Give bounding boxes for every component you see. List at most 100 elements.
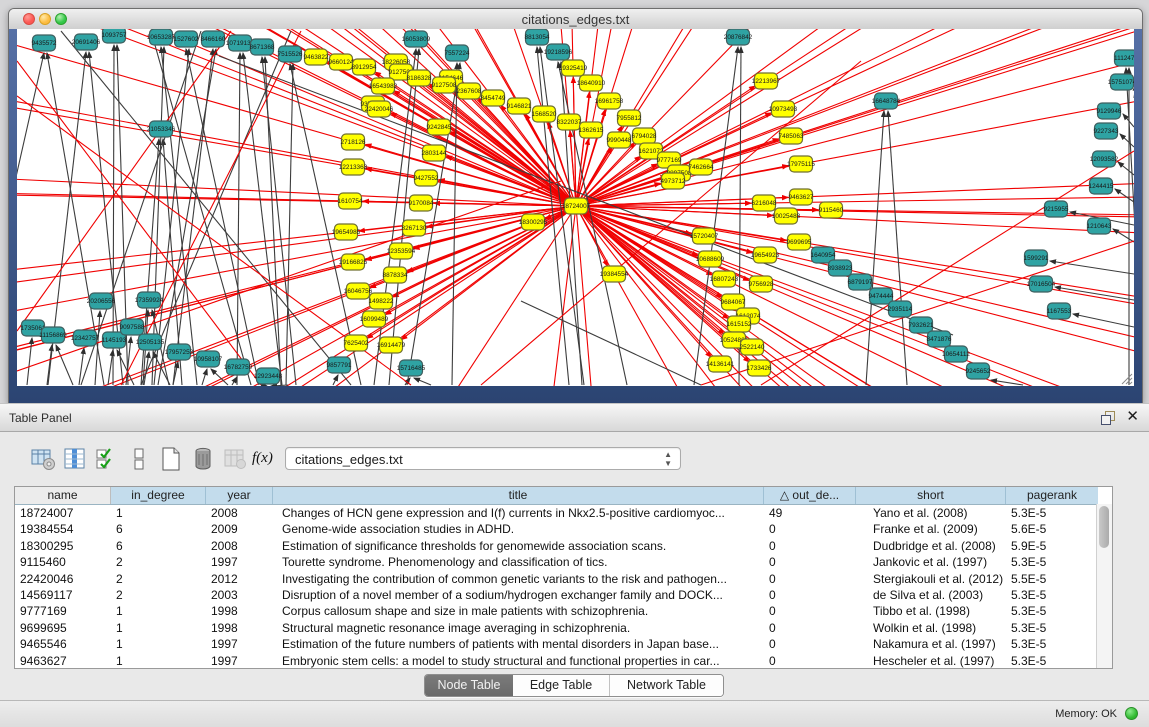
graph-node[interactable]: 8466160: [201, 31, 226, 47]
graph-node[interactable]: 2718126: [341, 134, 366, 150]
table-row[interactable]: 1456911722003Disruption of a novel membe…: [15, 587, 1112, 603]
graph-node[interactable]: 7515526: [278, 46, 303, 62]
delete-column-icon[interactable]: [190, 446, 216, 472]
graph-node[interactable]: 8671368: [250, 39, 275, 55]
graph-node[interactable]: 10025488: [772, 208, 801, 224]
graph-node[interactable]: 20691406: [72, 34, 101, 50]
graph-node[interactable]: 12213363: [339, 159, 368, 175]
graph-node[interactable]: 7557224: [445, 45, 470, 61]
graph-node[interactable]: 7932621: [909, 317, 934, 333]
graph-node[interactable]: 19218596: [544, 44, 573, 60]
graph-node[interactable]: 8471876: [927, 331, 952, 347]
new-column-icon[interactable]: [158, 446, 184, 472]
graph-node[interactable]: 1210643: [1087, 218, 1112, 234]
graph-node[interactable]: 9115460: [819, 202, 844, 218]
column-header-short[interactable]: short: [856, 487, 1006, 504]
graph-node[interactable]: 9170084: [409, 195, 434, 211]
graph-node[interactable]: 8454749: [481, 90, 506, 106]
graph-node[interactable]: 9146821: [507, 98, 532, 114]
table-mode-icon[interactable]: [30, 446, 56, 472]
graph-node[interactable]: 9245652: [966, 363, 991, 379]
canvas-resize-grip[interactable]: [1119, 371, 1133, 385]
row-mode-icon[interactable]: [126, 446, 152, 472]
graph-node[interactable]: 2935114: [888, 301, 913, 317]
column-header-title[interactable]: title: [273, 487, 764, 504]
graph-node[interactable]: 18640910: [577, 75, 606, 91]
graph-node[interactable]: 8813054: [525, 29, 550, 45]
graph-node[interactable]: 12093582: [1090, 151, 1119, 167]
table-row[interactable]: 2242004622012Investigating the contribut…: [15, 571, 1112, 587]
graph-node[interactable]: 7485063: [779, 128, 804, 144]
graph-node[interactable]: 9127508: [432, 77, 457, 93]
graph-node[interactable]: 9435572: [32, 35, 57, 51]
table-row[interactable]: 946362711997Embryonic stem cells: a mode…: [15, 653, 1112, 669]
graph-node[interactable]: 9463627: [789, 189, 814, 205]
table-row[interactable]: 1872400712008Changes of HCN gene express…: [15, 505, 1112, 521]
graph-node[interactable]: 19654923: [751, 247, 780, 263]
graph-node[interactable]: 9129946: [1097, 103, 1122, 119]
window-titlebar[interactable]: citations_edges.txt: [9, 9, 1142, 30]
graph-node[interactable]: 10688609: [696, 251, 725, 267]
memory-ok-icon[interactable]: [1125, 707, 1138, 720]
graph-node[interactable]: 19384554: [600, 266, 629, 282]
graph-node[interactable]: 8267130: [402, 220, 427, 236]
graph-node[interactable]: 20876842: [724, 29, 753, 45]
graph-node[interactable]: 16046756: [344, 283, 373, 299]
graph-node[interactable]: 1244415: [1089, 178, 1114, 194]
graph-node[interactable]: 1093757: [102, 29, 127, 43]
graph-node[interactable]: 14136141: [706, 356, 735, 372]
graph-node[interactable]: 1167553: [1047, 303, 1072, 319]
function-builder-icon[interactable]: f(x): [252, 450, 278, 476]
graph-node[interactable]: 9227343: [1094, 123, 1119, 139]
graph-node[interactable]: 12353594: [387, 243, 416, 259]
graph-node[interactable]: 16807243: [710, 271, 739, 287]
graph-node[interactable]: 15751074: [1108, 74, 1134, 90]
graph-node[interactable]: 7955812: [617, 110, 642, 126]
graph-node[interactable]: 17957253: [165, 344, 194, 360]
graph-node[interactable]: 6794028: [632, 128, 657, 144]
column-header-name[interactable]: name: [15, 487, 111, 504]
network-table-dropdown[interactable]: citations_edges.txt ▲▼: [285, 447, 681, 470]
graph-node[interactable]: 16099489: [360, 311, 389, 327]
graph-node[interactable]: 20206556: [87, 293, 116, 309]
graph-node[interactable]: 9463822: [304, 49, 329, 65]
graph-node[interactable]: 1733426: [747, 360, 772, 376]
graph-node[interactable]: 16543982: [369, 78, 398, 94]
graph-node[interactable]: 9242845: [427, 119, 452, 135]
graph-node[interactable]: 1362615: [579, 122, 604, 138]
graph-node[interactable]: 6216048: [752, 195, 777, 211]
graph-node[interactable]: 7625402: [344, 335, 369, 351]
graph-node[interactable]: 18300295: [519, 214, 548, 230]
graph-node[interactable]: 9215955: [1044, 201, 1069, 217]
column-header-in_degree[interactable]: in_degree: [111, 487, 206, 504]
tab-network-table[interactable]: Network Table: [609, 675, 723, 696]
close-panel-icon[interactable]: ✕: [1126, 408, 1139, 426]
graph-node[interactable]: 9427552: [414, 170, 439, 186]
graph-node[interactable]: 1112476: [1114, 50, 1134, 66]
table-row[interactable]: 1830029562008Estimation of significance …: [15, 538, 1112, 554]
graph-node[interactable]: 1498222: [369, 293, 394, 309]
graph-node[interactable]: 9097588: [120, 319, 145, 335]
graph-node[interactable]: 10973493: [769, 101, 798, 117]
graph-node[interactable]: 18724007: [562, 198, 591, 214]
graph-node[interactable]: 1527602: [174, 31, 199, 47]
graph-node[interactable]: 2367608: [457, 83, 482, 99]
graph-node[interactable]: 1599291: [1024, 250, 1049, 266]
graph-node[interactable]: 12213967: [752, 73, 781, 89]
graph-node[interactable]: 16648784: [872, 93, 901, 109]
graph-node[interactable]: 4973712: [661, 173, 686, 189]
column-header-year[interactable]: year: [206, 487, 273, 504]
table-row[interactable]: 911546021997Tourette syndrome. Phenomeno…: [15, 554, 1112, 570]
graph-node[interactable]: 22420046: [365, 101, 394, 117]
graph-node[interactable]: 9857791: [327, 357, 352, 373]
graph-node[interactable]: 8912954: [352, 59, 377, 75]
graph-node[interactable]: 12342757: [71, 330, 100, 346]
table-row[interactable]: 969969511998Structural magnetic resonanc…: [15, 620, 1112, 636]
graph-node[interactable]: 8938923: [828, 260, 853, 276]
graph-node[interactable]: 16961758: [595, 93, 624, 109]
graph-node[interactable]: 8878334: [383, 267, 408, 283]
graph-node[interactable]: 9660124: [329, 54, 354, 70]
graph-node[interactable]: 12505135: [136, 334, 165, 350]
graph-node[interactable]: 16782759: [224, 359, 253, 375]
graph-node[interactable]: 2522140: [740, 339, 765, 355]
